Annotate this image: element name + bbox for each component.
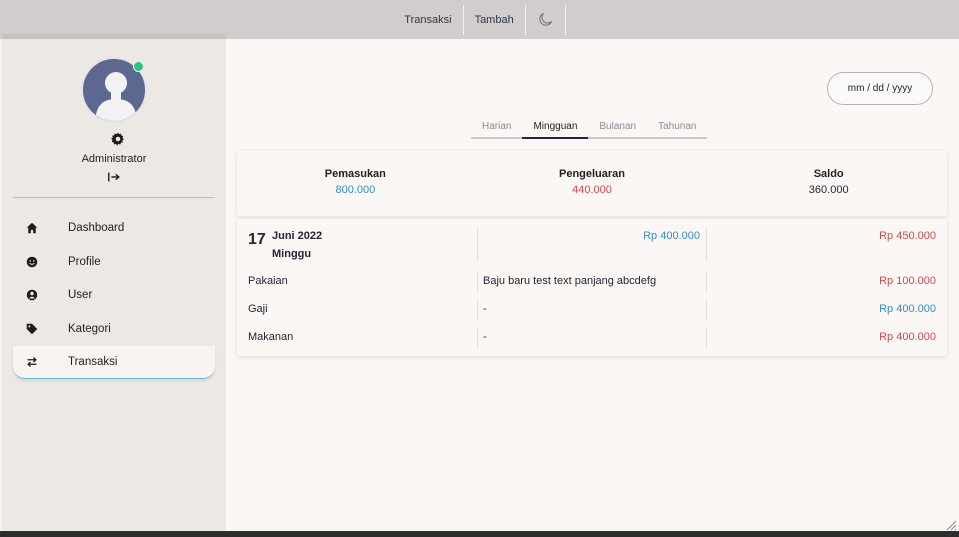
transaction-row[interactable]: Makanan - Rp 400.000 xyxy=(237,328,947,348)
column-divider xyxy=(706,328,707,348)
moon-icon xyxy=(539,12,552,26)
sidebar-item-profile[interactable]: Profile xyxy=(13,245,215,279)
sidebar-item-label: Transaksi xyxy=(68,356,118,369)
user-name: Administrator xyxy=(81,153,147,165)
transaction-category: Gaji xyxy=(248,303,268,315)
period-tabs: Harian Mingguan Bulanan Tahunan xyxy=(471,119,708,139)
day-total-expense: Rp 450.000 xyxy=(879,230,936,242)
transaction-category: Makanan xyxy=(248,331,294,343)
column-divider xyxy=(706,300,707,320)
tag-icon xyxy=(25,322,39,336)
window-bottom-edge xyxy=(0,531,959,537)
transaction-description: Baju baru test text panjang abcdefg xyxy=(483,275,657,287)
column-divider xyxy=(477,328,478,348)
column-divider xyxy=(706,228,707,262)
expense-label: Pengeluaran xyxy=(558,168,626,180)
transaction-category: Pakaian xyxy=(248,275,288,287)
sidebar-item-user[interactable]: User xyxy=(13,278,215,312)
column-divider xyxy=(706,272,707,292)
sidebar-item-dashboard[interactable]: Dashboard xyxy=(13,211,215,245)
day-transactions-card: 17 Juni 2022 Minggu Rp 400.000 Rp 450.00… xyxy=(237,219,947,356)
resize-grip-icon[interactable] xyxy=(945,518,957,531)
transaction-amount: Rp 400.000 xyxy=(879,303,936,315)
balance-label: Saldo xyxy=(813,168,844,180)
day-number: 17 xyxy=(248,231,266,248)
gear-icon[interactable] xyxy=(111,132,125,146)
sidebar-menu: Dashboard Profile User Kategori Transaks… xyxy=(13,211,215,380)
smile-icon xyxy=(25,255,39,269)
transaction-row[interactable]: Pakaian Baju baru test text panjang abcd… xyxy=(237,272,947,292)
sidebar-divider xyxy=(13,197,215,198)
column-divider xyxy=(477,300,478,320)
transaction-description: - xyxy=(483,331,487,343)
sidebar: Administrator Dashboard Profile User Kat… xyxy=(2,34,226,531)
sidebar-item-transaksi[interactable]: Transaksi xyxy=(13,345,215,380)
main-content: mm / dd / yyyy Harian Mingguan Bulanan T… xyxy=(226,39,959,531)
transaction-row[interactable]: Gaji - Rp 400.000 xyxy=(237,300,947,320)
transaction-amount: Rp 400.000 xyxy=(879,331,936,343)
nav-transaksi-link[interactable]: Transaksi xyxy=(393,4,464,35)
online-status-dot xyxy=(133,61,144,72)
swap-icon xyxy=(25,355,39,369)
month-year: Juni 2022 xyxy=(272,230,323,242)
sidebar-item-label: Kategori xyxy=(68,322,111,335)
summary-card: Pemasukan 800.000 Pengeluaran 440.000 Sa… xyxy=(237,151,947,216)
nav-tambah-link[interactable]: Tambah xyxy=(464,4,526,35)
tab-mingguan[interactable]: Mingguan xyxy=(522,119,589,139)
day-total-income: Rp 400.000 xyxy=(643,230,700,242)
weekday: Minggu xyxy=(272,248,312,260)
expense-summary: Pengeluaran 440.000 xyxy=(474,151,711,216)
expense-value: 440.000 xyxy=(572,184,612,196)
home-icon xyxy=(25,221,39,235)
income-label: Pemasukan xyxy=(324,168,386,180)
column-divider xyxy=(477,228,478,262)
logout-icon[interactable] xyxy=(107,170,123,184)
income-summary: Pemasukan 800.000 xyxy=(237,151,474,216)
tab-tahunan[interactable]: Tahunan xyxy=(647,119,707,137)
column-divider xyxy=(477,272,478,292)
date-filter-input[interactable]: mm / dd / yyyy xyxy=(827,72,933,105)
transaction-description: - xyxy=(483,303,487,315)
theme-toggle-button[interactable] xyxy=(526,4,566,35)
balance-summary: Saldo 360.000 xyxy=(710,151,947,216)
tab-bulanan[interactable]: Bulanan xyxy=(588,119,647,137)
user-circle-icon xyxy=(25,288,39,302)
sidebar-item-label: Profile xyxy=(68,255,101,268)
top-nav: Transaksi Tambah xyxy=(393,4,566,36)
sidebar-item-kategori[interactable]: Kategori xyxy=(13,312,215,346)
tab-harian[interactable]: Harian xyxy=(471,119,522,137)
sidebar-item-label: User xyxy=(68,289,93,302)
income-value: 800.000 xyxy=(335,184,376,196)
transaction-amount: Rp 100.000 xyxy=(879,275,936,287)
sidebar-item-label: Dashboard xyxy=(68,221,125,234)
balance-value: 360.000 xyxy=(808,184,849,196)
